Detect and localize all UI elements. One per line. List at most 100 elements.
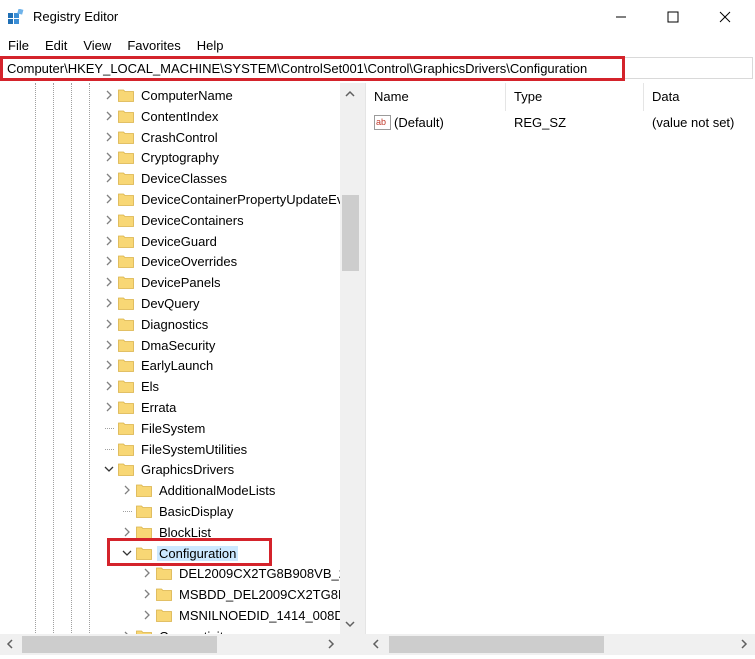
chevron-right-icon[interactable]: [104, 90, 114, 100]
list-horizontal-scroll-thumb[interactable]: [389, 636, 604, 653]
tree-horizontal-scrollbar[interactable]: [0, 634, 361, 655]
maximize-button[interactable]: [647, 0, 699, 34]
configuration-highlight-box: [107, 538, 272, 566]
tree-item[interactable]: DeviceClasses: [0, 168, 340, 189]
tree-item[interactable]: Errata: [0, 397, 340, 418]
chevron-right-icon[interactable]: [104, 215, 114, 225]
chevron-right-icon[interactable]: [142, 610, 152, 620]
folder-icon: [118, 110, 134, 123]
tree-item-label: Els: [141, 379, 160, 395]
chevron-right-icon[interactable]: [104, 402, 114, 412]
chevron-right-icon[interactable]: [104, 152, 114, 162]
tree-item[interactable]: BasicDisplay: [0, 501, 340, 522]
column-data[interactable]: Data: [644, 83, 755, 111]
tree-item[interactable]: DevicePanels: [0, 272, 340, 293]
tree-item[interactable]: DeviceContainers: [0, 210, 340, 231]
folder-icon: [118, 401, 134, 414]
tree-item[interactable]: DEL2009CX2TG8B908VB_2D: [0, 563, 355, 584]
chevron-right-icon[interactable]: [104, 173, 114, 183]
tree-item[interactable]: MSNILNOEDID_1414_008D: [0, 605, 344, 626]
tree-item[interactable]: FileSystem: [0, 418, 340, 439]
tree-item-label: DmaSecurity: [141, 337, 216, 353]
tree-item-label: AdditionalModeLists: [159, 483, 276, 499]
tree-item[interactable]: Diagnostics: [0, 314, 340, 335]
chevron-right-icon[interactable]: [104, 340, 114, 350]
chevron-right-icon[interactable]: [104, 381, 114, 391]
chevron-right-icon[interactable]: [122, 527, 132, 537]
menu-view[interactable]: View: [75, 36, 119, 56]
tree-item-label: FileSystemUtilities: [141, 441, 248, 457]
menu-favorites[interactable]: Favorites: [119, 36, 188, 56]
tree-item[interactable]: ContentIndex: [0, 106, 340, 127]
window-bottom-edge: [0, 655, 755, 659]
value-name[interactable]: (Default): [394, 115, 444, 130]
scroll-down-arrow-icon[interactable]: [345, 619, 355, 629]
menu-help[interactable]: Help: [189, 36, 232, 56]
tree-item[interactable]: CrashControl: [0, 127, 340, 148]
address-highlight-box: [0, 56, 625, 81]
tree-item[interactable]: Els: [0, 376, 340, 397]
folder-icon: [118, 318, 134, 331]
tree-item[interactable]: EarlyLaunch: [0, 355, 340, 376]
menu-edit[interactable]: Edit: [37, 36, 75, 56]
tree-horizontal-scroll-thumb[interactable]: [22, 636, 217, 653]
scroll-right-arrow-icon[interactable]: [326, 639, 336, 649]
folder-icon: [156, 609, 172, 622]
folder-icon: [156, 567, 172, 581]
chevron-right-icon[interactable]: [104, 298, 114, 308]
chevron-right-icon[interactable]: [104, 111, 114, 121]
tree-item-label: DeviceClasses: [141, 171, 227, 187]
tree-item-label: Errata: [141, 400, 177, 415]
minimize-button[interactable]: [595, 0, 647, 34]
folder-icon: [118, 131, 134, 144]
tree-guide-line: [105, 448, 114, 450]
chevron-right-icon[interactable]: [104, 194, 114, 204]
list-horizontal-scrollbar[interactable]: [365, 634, 755, 655]
close-button[interactable]: [699, 0, 751, 34]
tree-item[interactable]: DmaSecurity: [0, 335, 340, 356]
chevron-right-icon[interactable]: [104, 132, 114, 142]
tree-item[interactable]: GraphicsDrivers: [0, 459, 340, 480]
folder-icon: [118, 89, 134, 102]
tree-item-label: Cryptography: [141, 150, 220, 166]
scroll-up-arrow-icon[interactable]: [345, 89, 355, 99]
scroll-left-arrow-icon[interactable]: [5, 639, 15, 649]
tree-item[interactable]: ComputerName: [0, 85, 340, 106]
tree-vertical-scroll-thumb[interactable]: [342, 195, 359, 271]
tree-item[interactable]: DeviceGuard: [0, 231, 340, 252]
column-type[interactable]: Type: [506, 83, 643, 111]
column-name[interactable]: Name: [366, 83, 506, 111]
chevron-right-icon[interactable]: [122, 485, 132, 495]
tree-item[interactable]: AdditionalModeLists: [0, 480, 340, 501]
chevron-right-icon[interactable]: [142, 568, 152, 578]
tree-item[interactable]: DeviceContainerPropertyUpdateEvents: [0, 189, 361, 210]
folder-icon: [118, 339, 134, 352]
menu-bar: File Edit View Favorites Help: [0, 36, 232, 56]
tree-vertical-scrollbar[interactable]: [340, 83, 361, 634]
chevron-right-icon[interactable]: [104, 360, 114, 370]
folder-icon: [118, 193, 134, 206]
chevron-right-icon[interactable]: [104, 236, 114, 246]
tree-item[interactable]: MSBDD_DEL2009CX2TG8B9: [0, 584, 354, 605]
tree-item[interactable]: DevQuery: [0, 293, 340, 314]
folder-icon: [118, 359, 134, 373]
tree-item[interactable]: FileSystemUtilities: [0, 439, 340, 460]
tree-item-label: ComputerName: [141, 88, 233, 103]
registry-editor-icon: [8, 9, 24, 24]
chevron-down-icon[interactable]: [104, 464, 114, 474]
tree-item[interactable]: DeviceOverrides: [0, 251, 340, 272]
chevron-right-icon[interactable]: [142, 589, 152, 599]
menu-file[interactable]: File: [0, 36, 37, 56]
chevron-right-icon[interactable]: [104, 277, 114, 287]
tree-item-label: DevQuery: [141, 296, 200, 311]
tree-item-label: DEL2009CX2TG8B908VB_2D: [179, 566, 356, 582]
folder-icon: [118, 463, 134, 477]
folder-icon: [118, 214, 134, 227]
chevron-right-icon[interactable]: [104, 256, 114, 266]
scroll-right-arrow-icon[interactable]: [739, 639, 749, 649]
tree-item[interactable]: Cryptography: [0, 147, 340, 168]
chevron-right-icon[interactable]: [104, 319, 114, 329]
scroll-left-arrow-icon[interactable]: [371, 639, 381, 649]
window-title: Registry Editor: [33, 9, 119, 24]
tree-item-label: DeviceContainers: [141, 212, 244, 228]
